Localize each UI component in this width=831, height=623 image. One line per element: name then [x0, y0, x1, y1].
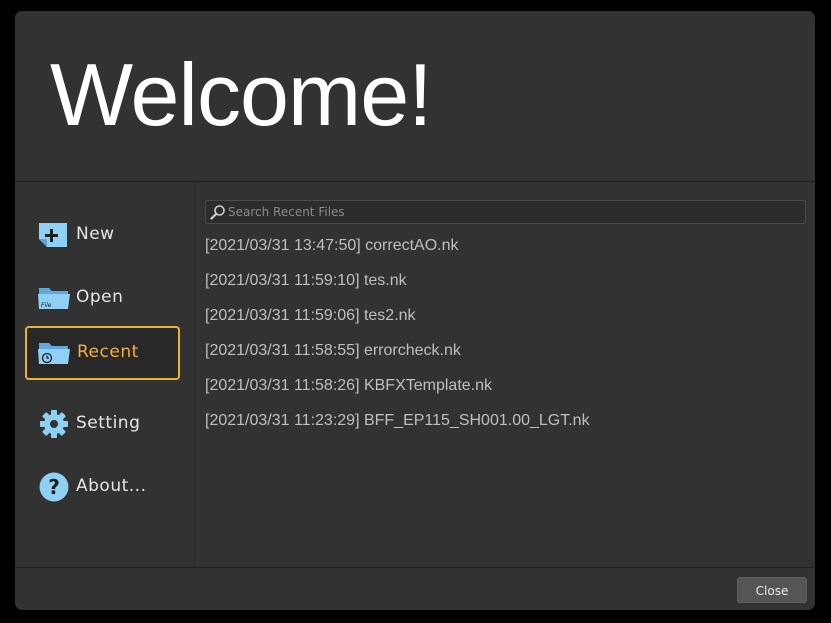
- search-box[interactable]: [205, 200, 806, 224]
- recent-file-item[interactable]: [2021/03/31 11:59:06] tes2.nk: [205, 305, 805, 340]
- search-icon: [210, 204, 226, 220]
- sidebar-item-setting[interactable]: Setting: [25, 396, 180, 450]
- recent-file-item[interactable]: [2021/03/31 11:23:29] BFF_EP115_SH001.00…: [205, 410, 805, 445]
- sidebar-item-label: Setting: [76, 413, 141, 433]
- sidebar-item-label: Open: [76, 287, 124, 307]
- recent-file-item[interactable]: [2021/03/31 11:58:55] errorcheck.nk: [205, 340, 805, 375]
- search-input[interactable]: [228, 201, 798, 223]
- sidebar-item-about[interactable]: ? About...: [25, 459, 180, 513]
- recent-file-item[interactable]: [2021/03/31 11:58:26] KBFXTemplate.nk: [205, 375, 805, 410]
- open-folder-icon: File: [37, 283, 71, 313]
- sidebar-item-open[interactable]: File Open: [25, 270, 180, 324]
- sidebar-item-label: New: [76, 224, 115, 244]
- header: Welcome!: [15, 11, 815, 182]
- gear-icon: [37, 409, 71, 439]
- recent-files-list: [2021/03/31 13:47:50] correctAO.nk [2021…: [205, 235, 805, 445]
- sidebar-item-label: About...: [76, 476, 147, 496]
- close-button[interactable]: Close: [737, 577, 807, 603]
- svg-text:?: ?: [48, 475, 60, 499]
- help-icon: ?: [37, 472, 71, 502]
- sidebar-item-label: Recent: [77, 342, 139, 362]
- sidebar-item-new[interactable]: New: [25, 207, 180, 261]
- recent-folder-icon: [37, 338, 71, 368]
- recent-file-item[interactable]: [2021/03/31 13:47:50] correctAO.nk: [205, 235, 805, 270]
- page-title: Welcome!: [50, 45, 433, 144]
- recent-panel: [2021/03/31 13:47:50] correctAO.nk [2021…: [195, 182, 815, 567]
- footer: Close: [15, 567, 815, 610]
- svg-text:File: File: [41, 302, 52, 309]
- new-file-icon: [37, 220, 71, 250]
- recent-file-item[interactable]: [2021/03/31 11:59:10] tes.nk: [205, 270, 805, 305]
- sidebar: New File Open Recent Setting ? About...: [15, 182, 195, 567]
- sidebar-item-recent[interactable]: Recent: [25, 326, 180, 380]
- welcome-dialog: Welcome! New File Open Recent Setting ? …: [15, 11, 815, 610]
